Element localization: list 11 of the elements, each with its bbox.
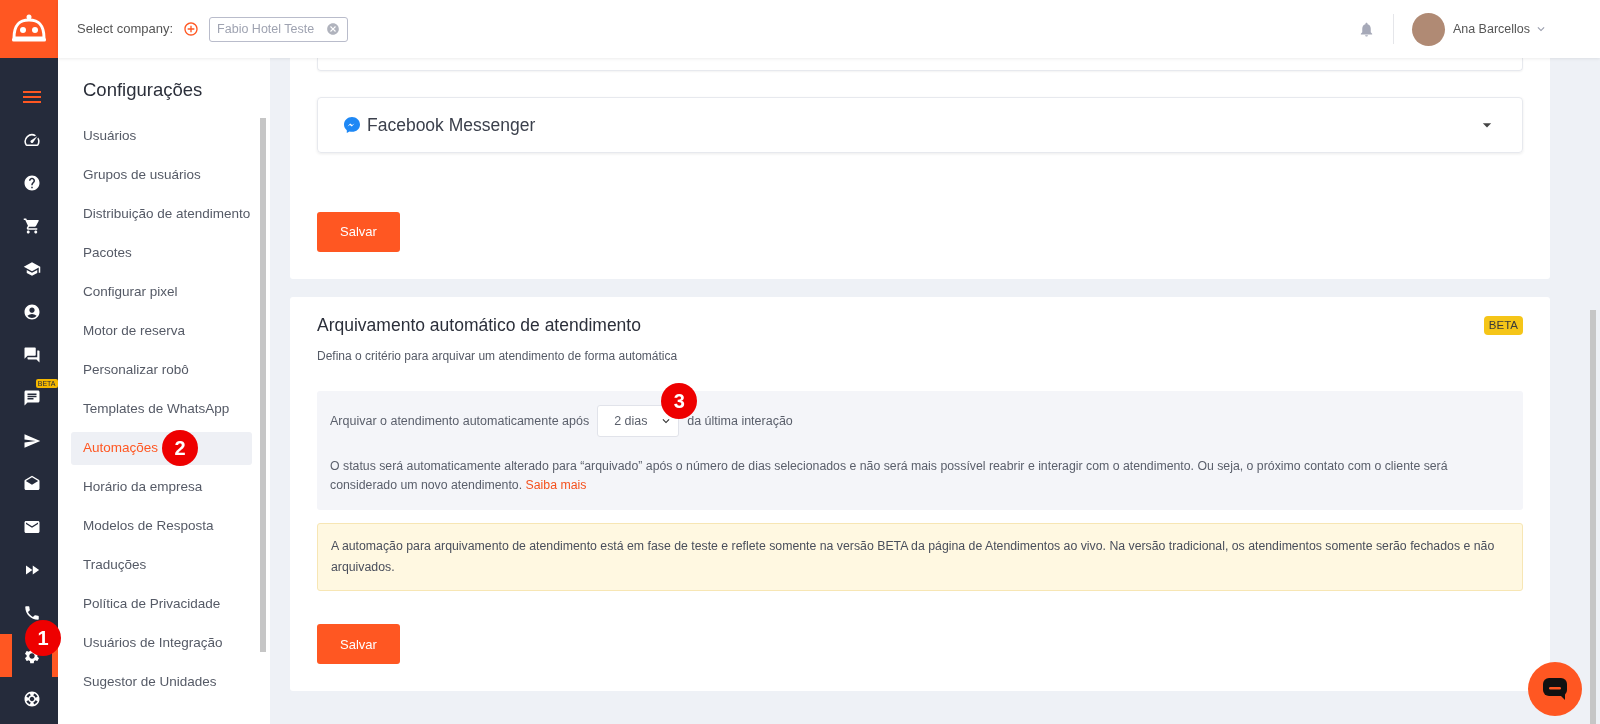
notice-box: A automação para arquivamento de atendimento está em fase de teste e reflete somente na versão BETA da página de Atendimentos ao vivo. Na versão tradicional, os atendimentos somente serão fechados e não arquivados. bbox=[317, 523, 1523, 592]
select-company-label: Select company: bbox=[77, 20, 174, 39]
messenger-title: Facebook Messenger bbox=[367, 113, 536, 137]
info-text: O status será automaticamente alterado para “arquivado” após o número de dias selecionados e não será mais possível reabrir e interagir com o atendimento. Ou seja, o próximo contato com o cliente será considerado um novo atendimento. Saiba mais bbox=[330, 458, 1449, 495]
step-marker-tooltip: 1 bbox=[25, 620, 61, 656]
step-marker: 2 bbox=[162, 429, 198, 466]
card-title: Arquivamento automático de atendimento bbox=[317, 314, 641, 337]
card-subtitle: Defina o critério para arquivar um atendimento de forma automática bbox=[317, 348, 679, 366]
beta-badge: BETA bbox=[1483, 315, 1523, 335]
settings-title: Configurações bbox=[82, 78, 204, 102]
rule-prefix: Arquivar o atendimento automaticamente após bbox=[330, 412, 590, 430]
